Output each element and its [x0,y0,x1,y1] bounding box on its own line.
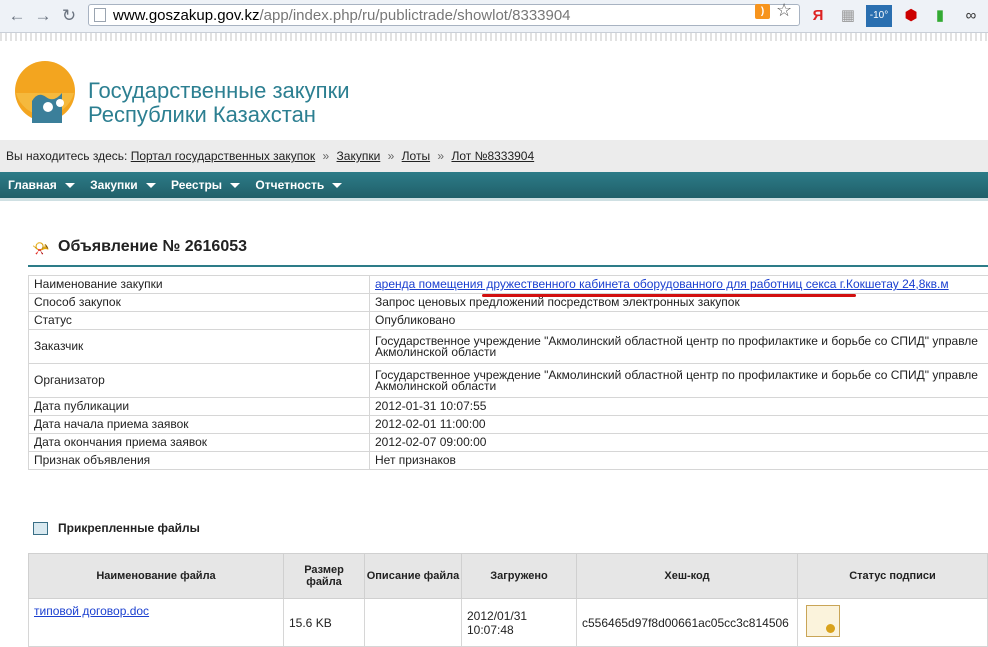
menu-item-procurements[interactable]: Закупки [82,172,156,198]
row-label: Дата начала приема заявок [29,416,370,434]
column-header: Наименование файла [29,554,284,599]
row-value: аренда помещения дружественного кабинета… [370,276,988,294]
row-label: Статус [29,312,370,330]
address-bar[interactable]: www.goszakup.gov.kz/app/index.php/ru/pub… [88,4,800,26]
row-label: Организатор [29,364,370,398]
breadcrumb-separator: » [388,149,395,163]
file-link[interactable]: типовой договор.doc [34,604,149,618]
table-row: Дата публикации 2012-01-31 10:07:55 [29,398,988,416]
file-name-cell: типовой договор.doc [29,599,284,647]
back-icon[interactable]: ← [6,5,28,27]
horn-icon: 📯 [32,240,49,257]
column-header: Описание файла [365,554,462,599]
table-row: Заказчик Государственное учреждение "Акм… [29,330,988,364]
menu-item-home[interactable]: Главная [0,172,75,198]
forward-icon[interactable]: → [32,5,54,27]
row-value: Государственное учреждение "Акмолинский … [370,330,988,364]
row-value: Нет признаков [370,452,988,470]
certificate-icon[interactable] [806,605,840,637]
title-divider [28,265,988,267]
yandex-extension-icon[interactable]: Я [806,5,830,27]
breadcrumb-separator: » [323,149,330,163]
binoculars-icon[interactable]: ∞ [960,5,982,27]
row-label: Признак объявления [29,452,370,470]
menu-item-registries[interactable]: Реестры [163,172,240,198]
column-header: Статус подписи [798,554,988,599]
chevron-down-icon [146,183,156,188]
table-row: Статус Опубликовано [29,312,988,330]
file-size-cell: 15.6 KB [284,599,365,647]
main-menu: Главная Закупки Реестры Отчетность [0,172,988,201]
procurement-name-link[interactable]: аренда помещения дружественного кабинета… [375,277,949,291]
menu-label: Закупки [90,178,138,192]
menu-label: Главная [8,178,57,192]
table-header-row: Наименование файла Размер файла Описание… [29,554,988,599]
browser-toolbar: ← → ↻ www.goszakup.gov.kz/app/index.php/… [0,0,988,33]
table-row: типовой договор.doc 15.6 KB 2012/01/31 1… [29,599,988,647]
header-dots [0,33,988,41]
file-uploaded-cell: 2012/01/31 10:07:48 [462,599,577,647]
table-row: Признак объявления Нет признаков [29,452,988,470]
rss-icon[interactable]: ) [755,4,770,19]
breadcrumb-prefix: Вы находитесь здесь: [6,149,127,163]
file-hash-cell: c556465d97f8d00661ac05cc3c814506 [577,599,798,647]
menu-item-reports[interactable]: Отчетность [247,172,342,198]
table-row: Организатор Государственное учреждение "… [29,364,988,398]
announcement-table: Наименование закупки аренда помещения др… [28,275,988,470]
files-table: Наименование файла Размер файла Описание… [28,553,988,647]
reload-icon[interactable]: ↻ [58,5,80,27]
row-value: Опубликовано [370,312,988,330]
row-value: Государственное учреждение "Акмолинский … [370,364,988,398]
row-label: Дата окончания приема заявок [29,434,370,452]
row-value: 2012-02-01 11:00:00 [370,416,988,434]
menu-label: Реестры [171,178,222,192]
menu-label: Отчетность [255,178,324,192]
signature-status-cell [798,599,988,647]
attachment-icon [33,522,48,535]
row-label: Заказчик [29,330,370,364]
row-label: Дата публикации [29,398,370,416]
site-title[interactable]: Государственные закупки Республики Казах… [88,79,350,127]
url-path: /app/index.php/ru/publictrade/showlot/83… [259,7,570,24]
row-value: 2012-01-31 10:07:55 [370,398,988,416]
file-description-cell [365,599,462,647]
breadcrumb-procurements[interactable]: Закупки [337,149,381,163]
row-value-line2: Акмолинской области [375,381,988,392]
column-header: Хеш-код [577,554,798,599]
row-label: Способ закупок [29,294,370,312]
files-section-title: Прикрепленные файлы [58,521,200,535]
url-domain: www.goszakup.gov.kz [113,7,259,24]
row-value-line2: Акмолинской области [375,347,988,358]
chevron-down-icon [230,183,240,188]
site-logo-icon [8,55,78,129]
page-icon [94,8,106,22]
bookmark-star-icon[interactable]: ☆ [776,0,792,21]
weather-extension-icon[interactable]: -10° [866,5,892,27]
breadcrumb-lots[interactable]: Лоты [402,149,430,163]
table-row: Дата начала приема заявок 2012-02-01 11:… [29,416,988,434]
row-value: 2012-02-07 09:00:00 [370,434,988,452]
breadcrumb-separator: » [437,149,444,163]
red-underline-annotation [482,294,856,297]
breadcrumb-portal[interactable]: Портал государственных закупок [131,149,315,163]
chevron-down-icon [65,183,75,188]
calendar-extension-icon[interactable]: ▦ [838,5,858,27]
page-title: Объявление № 2616053 [58,238,247,256]
breadcrumb: Вы находитесь здесь: Портал государствен… [0,140,988,172]
adblock-icon[interactable]: ⬢ [900,5,922,27]
row-label: Наименование закупки [29,276,370,294]
site-title-line2: Республики Казахстан [88,103,350,127]
site-title-line1: Государственные закупки [88,79,350,103]
url-text: www.goszakup.gov.kz/app/index.php/ru/pub… [113,8,571,23]
table-row: Дата окончания приема заявок 2012-02-07 … [29,434,988,452]
breadcrumb-current-lot[interactable]: Лот №8333904 [451,149,534,163]
column-header: Размер файла [284,554,365,599]
table-row: Наименование закупки аренда помещения др… [29,276,988,294]
signal-extension-icon[interactable]: ▮ [930,5,950,27]
chevron-down-icon [332,183,342,188]
column-header: Загружено [462,554,577,599]
